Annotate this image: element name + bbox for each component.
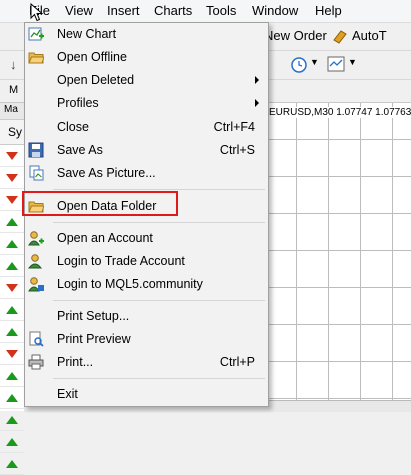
arrow-up-icon (6, 306, 18, 314)
menu-charts[interactable]: Charts (154, 3, 192, 19)
autotrading-button[interactable]: AutoT (352, 28, 387, 43)
arrow-up-icon (6, 328, 18, 336)
save-icon (28, 142, 44, 158)
chart-title: EURUSD,M30 1.07747 1.07763 1. (269, 107, 411, 118)
row-divider (0, 408, 24, 409)
folder-icon (28, 52, 44, 64)
menu-item-label: Save As Picture... (57, 166, 156, 180)
arrow-up-icon (6, 372, 18, 380)
menu-item-print-preview[interactable]: Print Preview (25, 328, 268, 350)
menu-item-save-as[interactable]: Save As Ctrl+S (25, 139, 268, 161)
menu-item-open-offline[interactable]: Open Offline (25, 46, 268, 68)
new-order-button[interactable]: New Order (264, 28, 327, 43)
menu-item-label: Open an Account (57, 231, 153, 245)
row-divider (0, 210, 24, 211)
template-icon[interactable] (327, 56, 345, 72)
row-divider (0, 320, 24, 321)
menu-separator (53, 189, 265, 190)
symbol-column-header[interactable]: Sy (8, 125, 22, 139)
user-icon (28, 254, 43, 269)
mql5-user-icon (28, 277, 44, 292)
row-divider (0, 386, 24, 387)
market-watch-panel: Ma Sy (0, 103, 25, 475)
menu-item-save-as-picture[interactable]: Save As Picture... (25, 162, 268, 184)
arrow-down-icon (6, 196, 18, 204)
arrow-up-icon (6, 460, 18, 468)
submenu-arrow-icon (255, 76, 259, 84)
row-divider (0, 188, 24, 189)
chevron-down-icon[interactable]: ▼ (348, 57, 357, 67)
arrow-up-icon (6, 262, 18, 270)
menu-item-label: Exit (57, 387, 78, 401)
menu-item-label: Print... (57, 355, 94, 369)
arrow-down-icon (6, 284, 18, 292)
menu-item-label: Print Setup... (57, 309, 130, 323)
toolbar-m-label: M (9, 84, 19, 96)
row-divider (0, 342, 24, 343)
printer-icon (28, 354, 44, 370)
arrow-up-icon (6, 218, 18, 226)
cursor-tool-icon[interactable]: ↓ (10, 57, 17, 72)
menu-item-exit[interactable]: Exit (25, 383, 268, 405)
arrow-up-icon (6, 240, 18, 248)
picture-icon (29, 165, 44, 181)
menu-tools[interactable]: Tools (206, 3, 236, 19)
chart-window[interactable]: EURUSD,M30 1.07747 1.07763 1. (265, 103, 411, 411)
menu-item-open-deleted[interactable]: Open Deleted (25, 69, 268, 91)
arrow-down-icon (6, 350, 18, 358)
print-preview-icon (29, 331, 44, 347)
menu-item-close[interactable]: Close Ctrl+F4 (25, 116, 268, 138)
row-divider (0, 232, 24, 233)
menu-bar: File View Insert Charts Tools Window Hel… (0, 0, 411, 23)
order-pen-icon[interactable] (332, 28, 348, 44)
menu-item-print-setup[interactable]: Print Setup... (25, 305, 268, 327)
menu-view[interactable]: View (65, 3, 93, 19)
row-divider (0, 430, 24, 431)
clock-icon[interactable] (291, 57, 307, 73)
menu-item-login-mql5[interactable]: Login to MQL5.community (25, 273, 268, 295)
menu-item-login-trade-account[interactable]: Login to Trade Account (25, 250, 268, 272)
shortcut-label: Ctrl+S (219, 143, 255, 157)
menu-item-profiles[interactable]: Profiles (25, 92, 268, 114)
menu-insert[interactable]: Insert (107, 3, 140, 19)
highlight-box (22, 191, 178, 216)
shortcut-label: Ctrl+F4 (213, 120, 255, 134)
menu-item-label: Login to Trade Account (57, 254, 185, 268)
chevron-down-icon[interactable]: ▼ (310, 57, 319, 67)
menu-item-label: Close (57, 120, 89, 134)
row-divider (0, 364, 24, 365)
menu-help[interactable]: Help (315, 3, 342, 19)
arrow-down-icon (6, 174, 18, 182)
user-add-icon (28, 231, 44, 246)
submenu-arrow-icon (255, 99, 259, 107)
menu-separator (53, 222, 265, 223)
arrow-up-icon (6, 394, 18, 402)
menu-item-label: Open Deleted (57, 73, 135, 87)
market-watch-tab[interactable]: Ma (4, 104, 18, 115)
menu-item-open-account[interactable]: Open an Account (25, 227, 268, 249)
shortcut-label: Ctrl+P (219, 355, 255, 369)
row-divider (0, 276, 24, 277)
row-divider (0, 298, 24, 299)
arrow-up-icon (6, 416, 18, 424)
menu-item-label: Open Offline (57, 50, 127, 64)
menu-separator (53, 300, 265, 301)
menu-window[interactable]: Window (252, 3, 298, 19)
arrow-up-icon (6, 438, 18, 446)
menu-separator (53, 378, 265, 379)
menu-item-label: Save As (57, 143, 103, 157)
row-divider (0, 166, 24, 167)
menu-item-new-chart[interactable]: New Chart (25, 23, 268, 45)
mouse-cursor-icon (30, 3, 43, 22)
menu-item-label: Login to MQL5.community (57, 277, 203, 291)
row-divider (0, 452, 24, 453)
menu-item-print[interactable]: Print... Ctrl+P (25, 351, 268, 373)
menu-item-label: Print Preview (57, 332, 131, 346)
menu-item-label: Profiles (57, 96, 99, 110)
new-chart-icon (28, 27, 44, 41)
menu-item-label: New Chart (57, 27, 117, 41)
row-divider (0, 254, 24, 255)
arrow-down-icon (6, 152, 18, 160)
